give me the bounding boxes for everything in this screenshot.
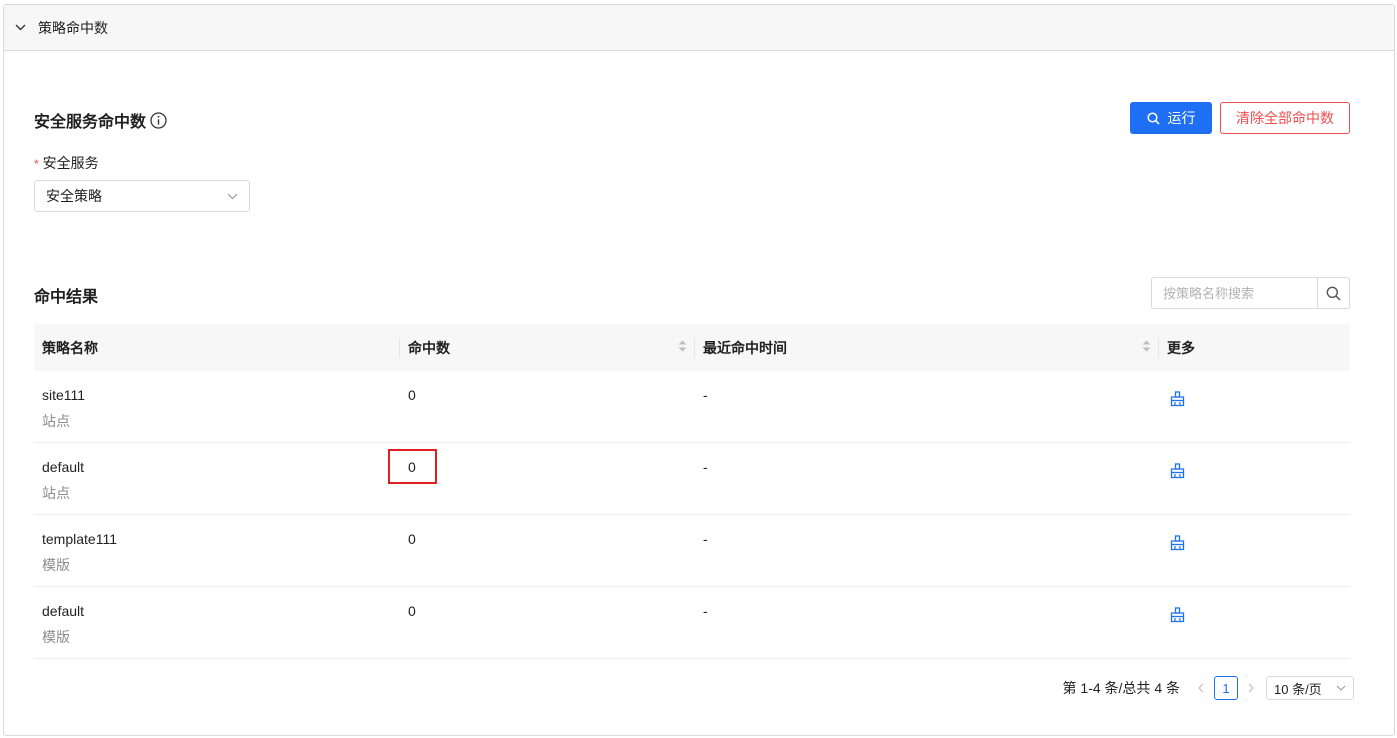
last-hit-cell: - bbox=[703, 387, 708, 403]
more-cell bbox=[1159, 515, 1350, 586]
policy-cell: template111 模版 bbox=[34, 515, 400, 586]
chevron-down-icon[interactable] bbox=[14, 22, 26, 34]
section-title: 安全服务命中数 bbox=[34, 108, 167, 132]
pagination-summary: 第 1-4 条/总共 4 条 bbox=[1062, 680, 1180, 696]
policy-name: site111 bbox=[42, 387, 86, 403]
chevron-left-icon[interactable] bbox=[1194, 683, 1208, 693]
run-button[interactable]: 运行 bbox=[1130, 102, 1212, 134]
more-cell bbox=[1159, 587, 1350, 658]
hits-cell: 0 bbox=[408, 603, 416, 619]
pagination: 第 1-4 条/总共 4 条 1 10 条/页 bbox=[1063, 676, 1354, 700]
last-hit-cell: - bbox=[703, 603, 708, 619]
policy-name: default bbox=[42, 603, 85, 619]
policy-type: 模版 bbox=[42, 629, 70, 645]
sort-icon[interactable] bbox=[678, 340, 687, 352]
page-size-select[interactable]: 10 条/页 bbox=[1266, 676, 1354, 700]
hits-cell: 0 bbox=[408, 531, 416, 547]
service-field-label: * 安全服务 bbox=[34, 153, 99, 173]
table-row: template111 模版 0 - bbox=[34, 515, 1350, 587]
service-label-text: 安全服务 bbox=[42, 155, 99, 171]
column-header-policy-name: 策略名称 bbox=[34, 324, 400, 371]
search-input[interactable] bbox=[1152, 278, 1317, 308]
policy-type: 模版 bbox=[42, 557, 70, 573]
last-hit-cell: - bbox=[703, 531, 708, 547]
results-table: 策略名称 命中数 最近命中时间 更多 site111 站点 0 - defaul… bbox=[34, 324, 1350, 659]
last-hit-cell: - bbox=[703, 459, 708, 475]
policy-type: 站点 bbox=[42, 485, 70, 501]
run-button-label: 运行 bbox=[1167, 110, 1196, 126]
policy-cell: default 模版 bbox=[34, 587, 400, 658]
clear-broom-icon[interactable] bbox=[1170, 463, 1185, 479]
panel-title: 策略命中数 bbox=[38, 19, 108, 36]
hits-cell: 0 bbox=[408, 459, 416, 475]
section-title-text: 安全服务命中数 bbox=[34, 114, 147, 131]
policy-cell: default 站点 bbox=[34, 443, 400, 514]
panel-header[interactable]: 策略命中数 bbox=[4, 5, 1394, 51]
column-header-last-hit-label: 最近命中时间 bbox=[703, 339, 787, 356]
policy-name: template111 bbox=[42, 531, 117, 547]
page-button-current[interactable]: 1 bbox=[1214, 676, 1238, 700]
policy-cell: site111 站点 bbox=[34, 371, 400, 442]
info-icon[interactable] bbox=[150, 111, 167, 129]
chevron-down-icon bbox=[227, 193, 238, 199]
select-value: 安全策略 bbox=[46, 188, 102, 204]
clear-broom-icon[interactable] bbox=[1170, 607, 1185, 623]
table-header: 策略名称 命中数 最近命中时间 更多 bbox=[34, 324, 1350, 371]
clear-broom-icon[interactable] bbox=[1170, 535, 1185, 551]
required-mark: * bbox=[34, 157, 39, 171]
clear-all-hits-button[interactable]: 清除全部命中数 bbox=[1220, 102, 1350, 134]
policy-type: 站点 bbox=[42, 413, 70, 429]
table-row: site111 站点 0 - bbox=[34, 371, 1350, 443]
search-icon bbox=[1146, 111, 1160, 125]
policy-search bbox=[1151, 277, 1350, 309]
more-cell bbox=[1159, 371, 1350, 442]
column-header-hits[interactable]: 命中数 bbox=[400, 324, 695, 371]
column-header-more: 更多 bbox=[1167, 339, 1195, 356]
table-row: default 站点 0 - bbox=[34, 443, 1350, 515]
highlight-box bbox=[388, 449, 437, 484]
page-size-value: 10 条/页 bbox=[1274, 681, 1322, 697]
results-title: 命中结果 bbox=[34, 289, 99, 306]
column-header-last-hit[interactable]: 最近命中时间 bbox=[695, 324, 1159, 371]
chevron-right-icon[interactable] bbox=[1244, 683, 1258, 693]
sort-icon[interactable] bbox=[1142, 340, 1151, 352]
hits-cell: 0 bbox=[408, 387, 416, 403]
column-header-hits-label: 命中数 bbox=[408, 339, 450, 356]
search-button[interactable] bbox=[1317, 278, 1349, 308]
policy-name: default bbox=[42, 459, 85, 475]
security-service-select[interactable]: 安全策略 bbox=[34, 180, 250, 212]
chevron-down-icon bbox=[1336, 685, 1346, 691]
clear-broom-icon[interactable] bbox=[1170, 391, 1185, 407]
table-row: default 模版 0 - bbox=[34, 587, 1350, 659]
more-cell bbox=[1159, 443, 1350, 514]
search-icon bbox=[1326, 286, 1341, 301]
